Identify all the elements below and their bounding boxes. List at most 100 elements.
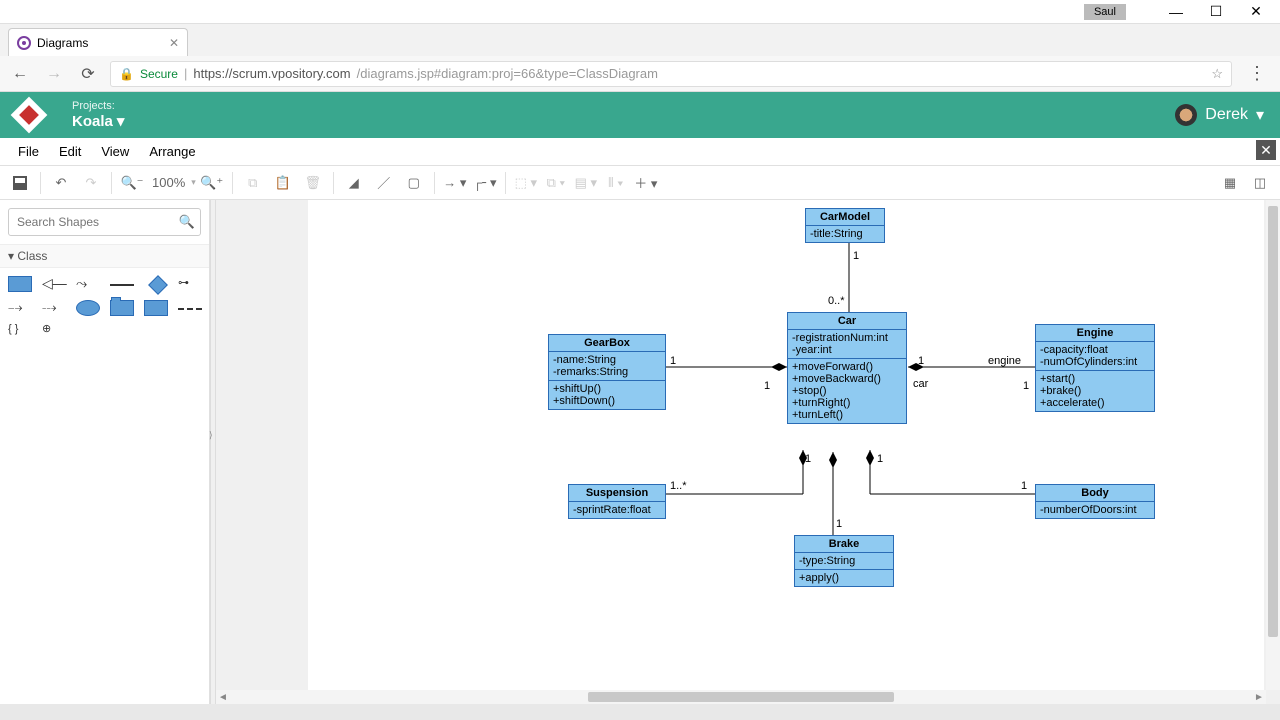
- role-label: car: [913, 378, 928, 390]
- distribute-button[interactable]: ⫴ ▾: [602, 169, 630, 197]
- class-gearbox[interactable]: GearBox -name:String -remarks:String +sh…: [548, 334, 666, 410]
- class-suspension[interactable]: Suspension -sprintRate:float: [568, 484, 666, 519]
- scroll-thumb[interactable]: [588, 692, 895, 702]
- shape-class[interactable]: [8, 276, 32, 292]
- multiplicity-label: 1: [1021, 480, 1027, 492]
- multiplicity-label: 1: [830, 453, 836, 465]
- class-op: +stop(): [792, 385, 902, 397]
- scroll-left-arrow[interactable]: ◄: [216, 692, 230, 703]
- class-body[interactable]: Body -numberOfDoors:int: [1035, 484, 1155, 519]
- menu-edit[interactable]: Edit: [49, 140, 91, 163]
- multiplicity-label: 1..*: [670, 480, 687, 492]
- class-attr: -type:String: [795, 553, 893, 570]
- zoom-level[interactable]: 100%: [148, 175, 189, 190]
- window-maximize-button[interactable]: ☐: [1196, 1, 1236, 23]
- delete-button[interactable]: 🗑: [299, 169, 327, 197]
- nav-back-button[interactable]: ←: [8, 62, 32, 86]
- bookmark-star-icon[interactable]: ☆: [1211, 66, 1223, 82]
- tab-favicon: [17, 36, 31, 50]
- class-op: +accelerate(): [1040, 397, 1150, 409]
- url-field[interactable]: 🔒 Secure | https://scrum.vpository.com/d…: [110, 61, 1232, 87]
- class-op: +brake(): [1040, 385, 1150, 397]
- nav-forward-button[interactable]: →: [42, 62, 66, 86]
- scroll-thumb[interactable]: [1268, 206, 1278, 637]
- undo-button[interactable]: ↶: [47, 169, 75, 197]
- class-op: +turnRight(): [792, 397, 902, 409]
- menu-file[interactable]: File: [8, 140, 49, 163]
- shape-port[interactable]: ⊕: [42, 322, 70, 338]
- class-attr: -sprintRate:float: [569, 502, 665, 518]
- chevron-down-icon[interactable]: ▾: [191, 177, 196, 188]
- window-minimize-button[interactable]: —: [1156, 1, 1196, 23]
- shape-generalization[interactable]: ◁—: [42, 276, 70, 292]
- class-car[interactable]: Car -registrationNum:int -year:int +move…: [787, 312, 907, 424]
- menu-view[interactable]: View: [91, 140, 139, 163]
- shape-constraint[interactable]: { }: [8, 322, 36, 338]
- shape-dependency[interactable]: ⤍: [8, 300, 36, 316]
- class-name: Engine: [1036, 325, 1154, 342]
- format-panel-button[interactable]: ◫: [1246, 169, 1274, 197]
- url-separator: |: [184, 66, 187, 81]
- shape-lollipop[interactable]: ⊶: [178, 276, 206, 292]
- multiplicity-label: 1: [764, 380, 770, 392]
- browser-menu-button[interactable]: ⋮: [1242, 63, 1272, 84]
- shape-component[interactable]: [144, 300, 168, 316]
- class-brake[interactable]: Brake -type:String +apply(): [794, 535, 894, 587]
- palette-section-header[interactable]: ▾ Class: [0, 244, 209, 268]
- shape-realization[interactable]: ⤏: [42, 300, 70, 316]
- paste-button[interactable]: 📋: [269, 169, 297, 197]
- class-attr: -capacity:float: [1040, 344, 1150, 356]
- copy-button[interactable]: ⧉: [239, 169, 267, 197]
- class-attr: -registrationNum:int: [792, 332, 902, 344]
- connector-style-button[interactable]: → ▾: [441, 169, 469, 197]
- vertical-scrollbar[interactable]: [1266, 200, 1280, 690]
- project-selector[interactable]: Projects: Koala ▾: [72, 100, 124, 130]
- search-input[interactable]: [8, 208, 201, 236]
- multiplicity-label: 1: [918, 355, 924, 367]
- zoom-in-button[interactable]: 🔍⁺: [198, 169, 226, 197]
- diagram-canvas[interactable]: CarModel -title:String Car -registration…: [308, 200, 1264, 690]
- align-button[interactable]: ⬚ ▾: [512, 169, 540, 197]
- scroll-right-arrow[interactable]: ►: [1252, 692, 1266, 703]
- shape-package[interactable]: [110, 300, 134, 316]
- search-icon: 🔍: [179, 214, 195, 230]
- shadow-button[interactable]: ▢: [400, 169, 428, 197]
- horizontal-scrollbar[interactable]: ◄ ►: [216, 690, 1266, 704]
- multiplicity-label: 1: [836, 518, 842, 530]
- save-button[interactable]: [6, 169, 34, 197]
- window-close-button[interactable]: ✕: [1236, 1, 1276, 23]
- window-statusbar: [0, 704, 1280, 720]
- os-user-badge: Saul: [1084, 4, 1126, 20]
- fill-color-button[interactable]: ◢: [340, 169, 368, 197]
- nav-reload-button[interactable]: ⟳: [76, 62, 100, 86]
- outline-panel-button[interactable]: ▦: [1216, 169, 1244, 197]
- lock-icon: 🔒: [119, 67, 134, 81]
- group-button[interactable]: ⧉ ▾: [542, 169, 570, 197]
- class-attr: -name:String: [553, 354, 661, 366]
- close-panel-button[interactable]: ✕: [1256, 140, 1276, 160]
- class-attr: -numOfCylinders:int: [1040, 356, 1150, 368]
- browser-tabstrip: Diagrams ✕: [0, 24, 1280, 56]
- class-engine[interactable]: Engine -capacity:float -numOfCylinders:i…: [1035, 324, 1155, 412]
- tab-close-button[interactable]: ✕: [169, 36, 179, 50]
- waypoint-style-button[interactable]: ┌╴▾: [471, 169, 499, 197]
- shape-usage[interactable]: ⤳: [76, 276, 104, 292]
- shape-dashed[interactable]: [178, 308, 202, 310]
- menu-arrange[interactable]: Arrange: [139, 140, 205, 163]
- app-logo-icon[interactable]: [11, 97, 48, 134]
- line-color-button[interactable]: ／: [370, 169, 398, 197]
- multiplicity-label: 1: [853, 250, 859, 262]
- redo-button[interactable]: ↷: [77, 169, 105, 197]
- add-button[interactable]: ＋ ▾: [632, 169, 660, 197]
- class-name: Car: [788, 313, 906, 330]
- class-carmodel[interactable]: CarModel -title:String: [805, 208, 885, 243]
- layer-button[interactable]: ▤ ▾: [572, 169, 600, 197]
- browser-tab[interactable]: Diagrams ✕: [8, 28, 188, 56]
- zoom-out-button[interactable]: 🔍⁻: [118, 169, 146, 197]
- shape-nary[interactable]: [76, 300, 100, 316]
- class-name: CarModel: [806, 209, 884, 226]
- class-name: Body: [1036, 485, 1154, 502]
- shape-interface[interactable]: [148, 275, 168, 295]
- shape-association[interactable]: [110, 284, 134, 286]
- user-menu[interactable]: Derek ▾: [1175, 104, 1264, 126]
